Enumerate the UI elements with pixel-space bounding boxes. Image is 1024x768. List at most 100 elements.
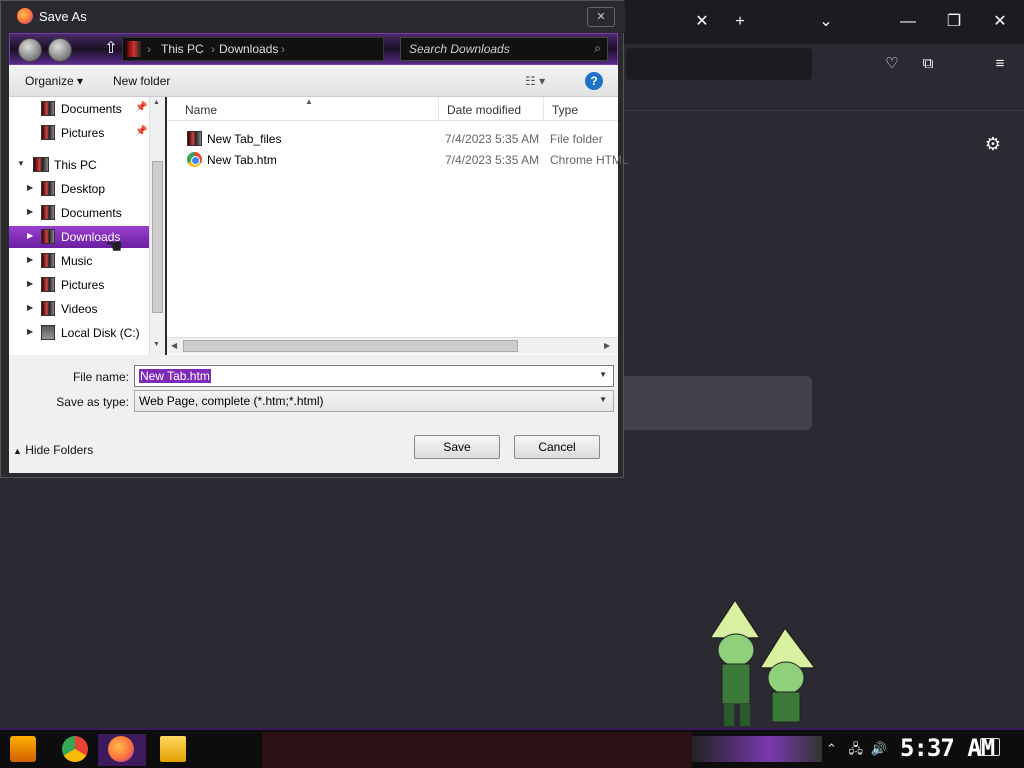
column-headers: ▲ Name Date modified Type bbox=[167, 97, 618, 121]
firefox-icon bbox=[17, 8, 33, 24]
downloads-icon bbox=[41, 229, 55, 244]
scroll-thumb[interactable] bbox=[183, 340, 518, 352]
network-icon[interactable]: 🖧 bbox=[849, 741, 864, 756]
file-name: New Tab.htm bbox=[207, 153, 277, 167]
column-date-modified[interactable]: Date modified bbox=[439, 97, 544, 121]
this-pc-icon bbox=[33, 157, 49, 172]
save-options-panel: File name: New Tab.htm ▼ Save as type: W… bbox=[9, 355, 618, 473]
scroll-right-icon[interactable]: ▶ bbox=[604, 341, 610, 350]
scroll-thumb[interactable] bbox=[152, 161, 163, 313]
nav-item-label: Videos bbox=[61, 302, 98, 316]
pocket-icon[interactable]: ♡ bbox=[880, 52, 904, 76]
organize-button[interactable]: Organize ▾ bbox=[25, 74, 83, 88]
nav-item-documents[interactable]: ▶ Documents bbox=[9, 202, 149, 224]
pictures-icon bbox=[41, 125, 55, 140]
chevron-down-icon[interactable]: ▼ bbox=[599, 370, 607, 379]
newtab-search-box[interactable] bbox=[624, 376, 812, 430]
dialog-close-button[interactable]: ✕ bbox=[587, 7, 615, 27]
chevron-down-icon[interactable]: ▼ bbox=[599, 395, 607, 404]
nav-item-music[interactable]: ▶ Music bbox=[9, 250, 149, 272]
expand-right-icon[interactable]: ▶ bbox=[27, 231, 33, 240]
notification-icon[interactable] bbox=[980, 738, 1000, 756]
nav-item-videos[interactable]: ▶ Videos bbox=[9, 298, 149, 320]
crumb-separator: › bbox=[281, 42, 285, 56]
expand-right-icon[interactable]: ▶ bbox=[27, 255, 33, 264]
column-name[interactable]: Name bbox=[177, 97, 439, 121]
menu-hamburger-icon[interactable]: ≡ bbox=[988, 52, 1012, 76]
taskbar: ⌃ 🖧 🔊 5:37 AM bbox=[0, 728, 1024, 768]
url-bar[interactable] bbox=[626, 48, 812, 80]
nav-item-downloads[interactable]: ▶ Downloads ☚ bbox=[9, 226, 149, 258]
crumb-separator: › bbox=[147, 42, 151, 56]
nav-item-desktop[interactable]: ▶ Desktop bbox=[9, 178, 149, 200]
expand-right-icon[interactable]: ▶ bbox=[27, 279, 33, 288]
nav-item-documents-pinned[interactable]: Documents 📌 bbox=[9, 98, 149, 120]
file-name-field[interactable]: New Tab.htm ▼ bbox=[134, 365, 614, 387]
forward-button[interactable] bbox=[48, 38, 72, 62]
nav-item-label: Documents bbox=[61, 102, 122, 116]
address-bar: ⇧ › This PC › Downloads › Search Downloa… bbox=[9, 33, 618, 65]
hide-folders-toggle[interactable]: ▲ Hide Folders bbox=[13, 443, 93, 457]
search-downloads-input[interactable]: Search Downloads ⌕ bbox=[400, 37, 608, 61]
horizontal-scrollbar[interactable]: ◀ ▶ bbox=[167, 337, 618, 354]
file-name: New Tab_files bbox=[207, 132, 282, 146]
nav-scrollbar[interactable]: ▲ ▼ bbox=[149, 97, 165, 355]
browser-tabbar: ✕ + ⌄ — ❐ ✕ bbox=[620, 0, 1024, 44]
file-date: 7/4/2023 5:35 AM bbox=[445, 153, 540, 167]
expand-right-icon[interactable]: ▶ bbox=[27, 303, 33, 312]
expand-down-icon[interactable]: ▼ bbox=[17, 159, 25, 168]
nav-item-local-disk[interactable]: ▶ Local Disk (C:) bbox=[9, 322, 149, 344]
column-type[interactable]: Type bbox=[544, 97, 618, 121]
pin-icon: 📌 bbox=[135, 102, 148, 113]
mascot-image bbox=[708, 598, 817, 726]
back-button[interactable] bbox=[18, 38, 42, 62]
file-row[interactable]: New Tab_files 7/4/2023 5:35 AM File fold… bbox=[167, 128, 618, 149]
crumb-downloads[interactable]: Downloads bbox=[219, 42, 278, 56]
chevron-up-icon[interactable]: ⌃ bbox=[826, 741, 837, 756]
system-tray[interactable]: ⌃ 🖧 🔊 bbox=[826, 740, 887, 762]
extensions-icon[interactable]: ⧉ bbox=[916, 52, 940, 76]
help-icon[interactable]: ? bbox=[585, 72, 603, 90]
save-as-dialog: Save As ✕ ⇧ › This PC › Downloads › Sear… bbox=[0, 0, 629, 478]
file-list: ▲ Name Date modified Type New Tab_files … bbox=[167, 97, 629, 355]
dialog-title: Save As bbox=[39, 9, 87, 24]
start-button[interactable] bbox=[10, 736, 36, 762]
list-tabs-chevron-icon[interactable]: ⌄ bbox=[812, 8, 840, 36]
desktop-icon bbox=[41, 181, 55, 196]
save-button[interactable]: Save bbox=[414, 435, 500, 459]
window-close-icon[interactable]: ✕ bbox=[986, 8, 1014, 36]
breadcrumb[interactable]: › This PC › Downloads › bbox=[122, 37, 384, 61]
save-type-select[interactable]: Web Page, complete (*.htm;*.html) ▼ bbox=[134, 390, 614, 412]
expand-right-icon[interactable]: ▶ bbox=[27, 207, 33, 216]
column-label: Date modified bbox=[447, 103, 522, 117]
nav-item-pictures[interactable]: ▶ Pictures bbox=[9, 274, 149, 296]
chevron-up-icon: ▲ bbox=[13, 446, 22, 456]
crumb-this-pc[interactable]: This PC bbox=[161, 42, 204, 56]
expand-right-icon[interactable]: ▶ bbox=[27, 183, 33, 192]
file-explorer-taskbar-icon[interactable] bbox=[160, 736, 186, 762]
new-folder-button[interactable]: New folder bbox=[113, 74, 170, 88]
close-tab-icon[interactable]: ✕ bbox=[688, 8, 716, 36]
volume-icon[interactable]: 🔊 bbox=[871, 741, 887, 756]
nav-item-pictures-pinned[interactable]: Pictures 📌 bbox=[9, 122, 149, 144]
expand-right-icon[interactable]: ▶ bbox=[27, 327, 33, 336]
nav-item-label: This PC bbox=[54, 158, 97, 172]
file-row[interactable]: New Tab.htm 7/4/2023 5:35 AM Chrome HTML bbox=[167, 149, 629, 170]
column-label: Type bbox=[552, 103, 579, 117]
save-type-value: Web Page, complete (*.htm;*.html) bbox=[139, 394, 324, 408]
scroll-up-icon[interactable]: ▲ bbox=[153, 99, 160, 106]
minimize-icon[interactable]: — bbox=[894, 8, 922, 36]
new-tab-icon[interactable]: + bbox=[726, 8, 754, 36]
nav-item-this-pc[interactable]: ▼ This PC bbox=[9, 154, 149, 176]
nav-item-label: Pictures bbox=[61, 278, 105, 292]
up-arrow-icon[interactable]: ⇧ bbox=[102, 39, 120, 59]
scroll-left-icon[interactable]: ◀ bbox=[171, 341, 177, 350]
scroll-down-icon[interactable]: ▼ bbox=[153, 341, 160, 348]
gear-icon[interactable]: ⚙ bbox=[982, 133, 1004, 155]
view-options-button[interactable]: ☷ ▾ bbox=[525, 74, 545, 88]
cancel-button[interactable]: Cancel bbox=[514, 435, 600, 459]
firefox-taskbar-icon[interactable] bbox=[108, 736, 134, 762]
restore-icon[interactable]: ❐ bbox=[940, 8, 968, 36]
chrome-taskbar-icon[interactable] bbox=[62, 736, 88, 762]
pictures-icon bbox=[41, 277, 55, 292]
